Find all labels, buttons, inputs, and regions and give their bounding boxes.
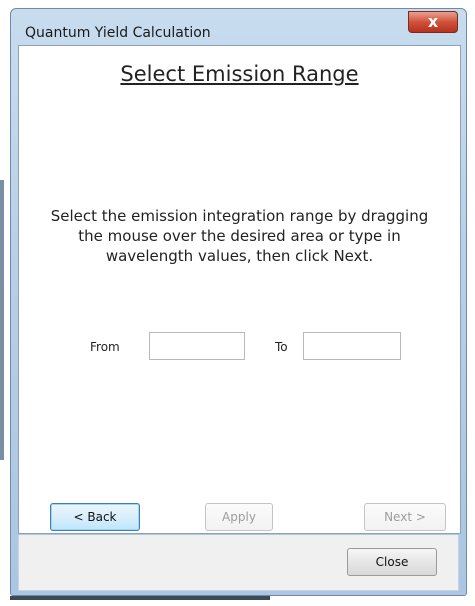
wizard-panel: Select Emission Range Select the emissio… (18, 45, 461, 534)
apply-button[interactable]: Apply (205, 503, 273, 531)
dialog-footer: Close (18, 535, 459, 591)
back-button[interactable]: < Back (50, 503, 140, 531)
to-field[interactable] (303, 332, 401, 360)
background-edge (0, 180, 4, 460)
window-title: Quantum Yield Calculation (25, 25, 211, 41)
to-label: To (275, 340, 288, 354)
dialog-window: Quantum Yield Calculation x Select Emiss… (10, 8, 467, 596)
instructions-text: Select the emission integration range by… (50, 207, 429, 265)
from-field[interactable] (149, 332, 245, 360)
taskbar-edge (10, 596, 270, 600)
from-label: From (90, 340, 120, 354)
close-button[interactable]: Close (347, 548, 437, 576)
page-title: Select Emission Range (120, 62, 359, 86)
next-button[interactable]: Next > (364, 503, 446, 531)
window-close-icon[interactable]: x (408, 11, 458, 33)
